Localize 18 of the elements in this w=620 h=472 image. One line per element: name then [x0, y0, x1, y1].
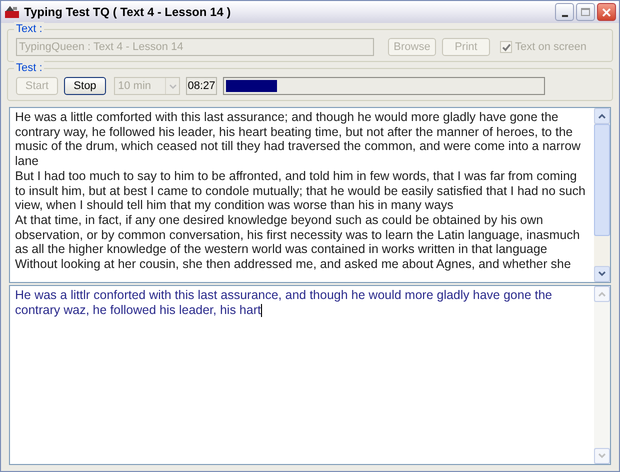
- source-paragraph: He was a little comforted with this last assurance; and though he would more gladly have gone the contrary way, he followed his leader, his heart beating time, but not after the manner of heroes, to the music of the drum, which ceased not till they had traversed the common, and were come into a narrow lane: [15, 110, 582, 169]
- source-paragraph: Without looking at her cousin, she then addressed me, and asked me about Agnes, and whether she: [15, 257, 572, 272]
- checkbox-label: Text on screen: [515, 40, 587, 55]
- typed-text: He was a littlr conforted with this last assurance, and though he would more gladly have gone the contrary waz, he followed his leader, his hart: [15, 288, 552, 317]
- scroll-thumb[interactable]: [594, 124, 610, 236]
- test-action-button[interactable]: Stop: [64, 77, 106, 95]
- source-paragraph: But I had too much to say to him to be affronted, and told him in few words, that I was far from coming to insult him, but at best I came to condole mutually; that he would be easily satisfied that I had no such view, when I should tell him that my condition was worse than his in many ways: [15, 168, 586, 213]
- close-icon: [602, 8, 611, 16]
- scrollbar[interactable]: [594, 108, 610, 282]
- source-paragraph: At that time, in fact, if any one desired knowledge beyond such as could be obtained by his own observation, or by common conversation, his first necessity was to learn the Latin language, inasmuch as all the higher knowledge of the western world was contained in works written in that language: [15, 212, 581, 258]
- window-title: Typing Test TQ ( Text 4 - Lesson 14 ): [24, 4, 231, 21]
- minimize-button[interactable]: [555, 3, 574, 21]
- scroll-down-icon[interactable]: [594, 266, 610, 282]
- timer: 08:27: [186, 77, 217, 95]
- app-icon: [4, 5, 20, 19]
- close-button[interactable]: [597, 3, 616, 21]
- scroll-up-icon[interactable]: [594, 108, 610, 124]
- caret-icon: [168, 84, 176, 88]
